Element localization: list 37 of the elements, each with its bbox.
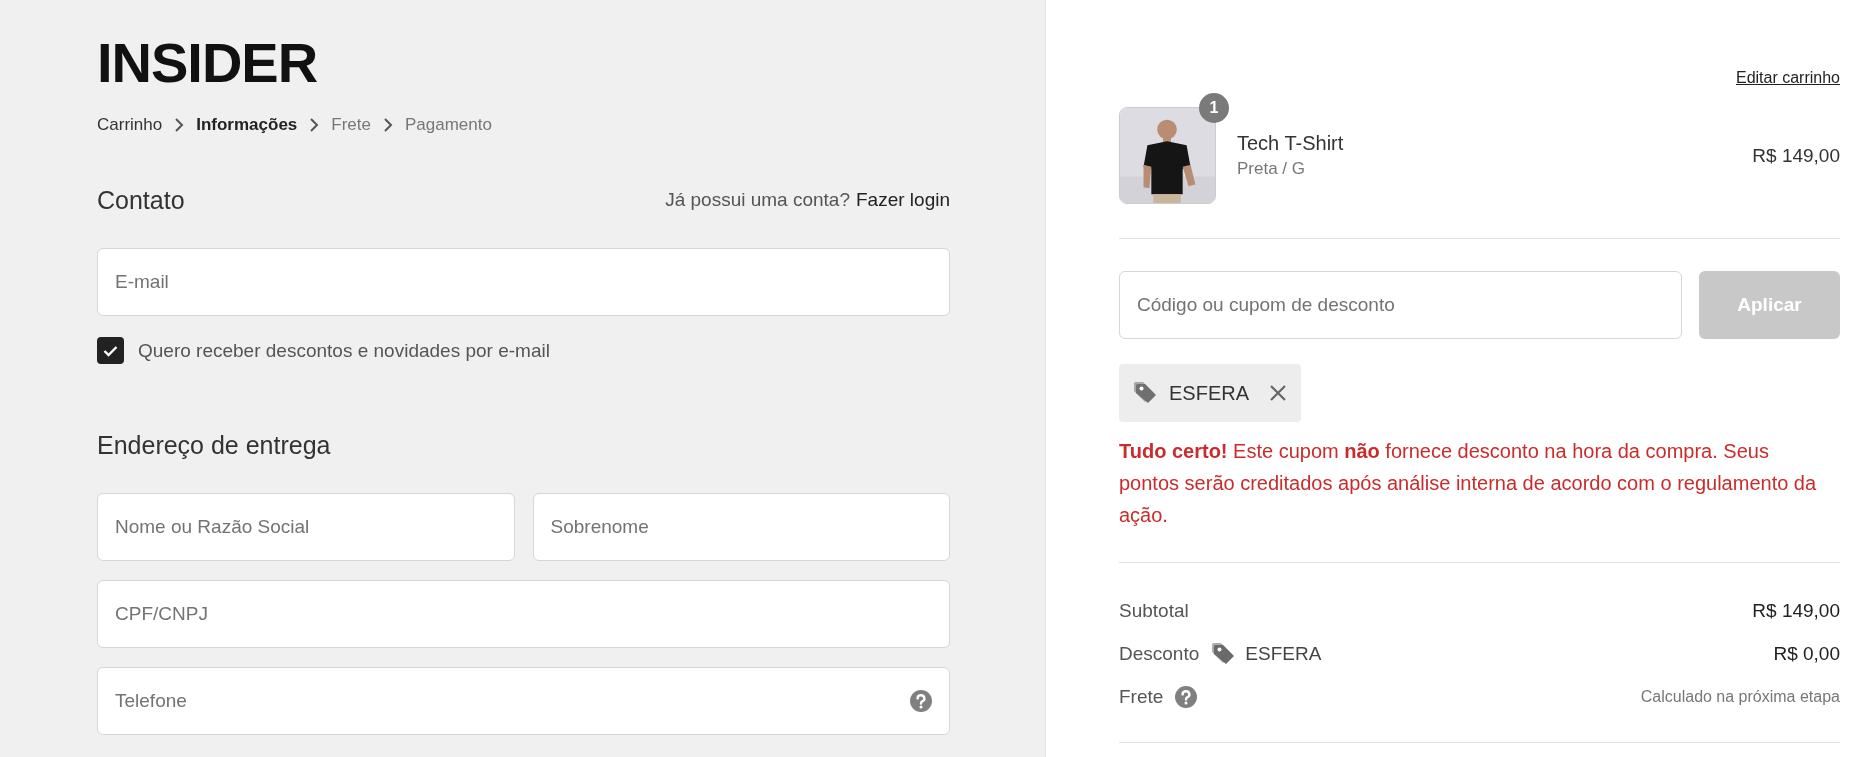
coupon-tag[interactable]: ESFERA	[1119, 364, 1302, 422]
chevron-right-icon	[174, 118, 185, 132]
logo[interactable]: INSIDER	[97, 40, 318, 85]
coupon-code: ESFERA	[1169, 381, 1250, 405]
summary-value: R$ 0,00	[1773, 642, 1840, 665]
edit-cart-link[interactable]: Editar carrinho	[1735, 68, 1840, 88]
quantity-badge: 1	[1199, 93, 1229, 123]
breadcrumb-item[interactable]: Carrinho	[97, 113, 163, 137]
product-name: Tech T-Shirt	[1237, 132, 1345, 155]
discount-code-field[interactable]: Código ou cupom de desconto	[1119, 271, 1682, 339]
section-heading: Endereço de entrega	[97, 430, 332, 460]
input-field[interactable]: CPF/CNPJ	[97, 580, 950, 648]
breadcrumb-item: Informações	[196, 114, 298, 136]
product-variant: Preta / G	[1237, 159, 1307, 179]
summary-label: Desconto	[1119, 642, 1200, 665]
coupon-code: ESFERA	[1245, 642, 1322, 665]
chevron-right-icon	[309, 118, 320, 132]
section-heading: Contato	[97, 185, 185, 215]
checkmark-icon	[103, 344, 118, 357]
checkbox-label: Quero receber descontos e novidades por e-mail	[138, 339, 550, 362]
input-field[interactable]: Sobrenome	[532, 493, 950, 561]
email-field[interactable]: E-mail	[97, 248, 950, 316]
breadcrumb-item: Pagamento	[405, 114, 492, 136]
summary-value: R$ 149,00	[1752, 599, 1840, 622]
input-field[interactable]: Telefone	[97, 667, 950, 735]
breadcrumb-item: Frete	[331, 114, 371, 136]
summary-label: Subtotal	[1119, 599, 1189, 622]
login-link[interactable]: Fazer login	[856, 189, 950, 211]
summary-label: Frete	[1119, 685, 1164, 708]
tag-icon	[1133, 380, 1159, 406]
checkbox[interactable]	[97, 337, 124, 364]
coupon-message: Tudo certo! Este cupom não fornece desconto na hora da compra. Seus pontos serão creditados após análise interna de acordo com o regulamento da ação.	[1119, 439, 1818, 528]
summary-value: Calculado na próxima etapa	[1640, 687, 1840, 706]
chevron-right-icon	[383, 118, 393, 132]
product-price: R$ 149,00	[1752, 144, 1840, 167]
input-field[interactable]: Nome ou Razão Social	[97, 493, 515, 561]
login-prompt: Já possui uma conta?	[665, 189, 850, 211]
